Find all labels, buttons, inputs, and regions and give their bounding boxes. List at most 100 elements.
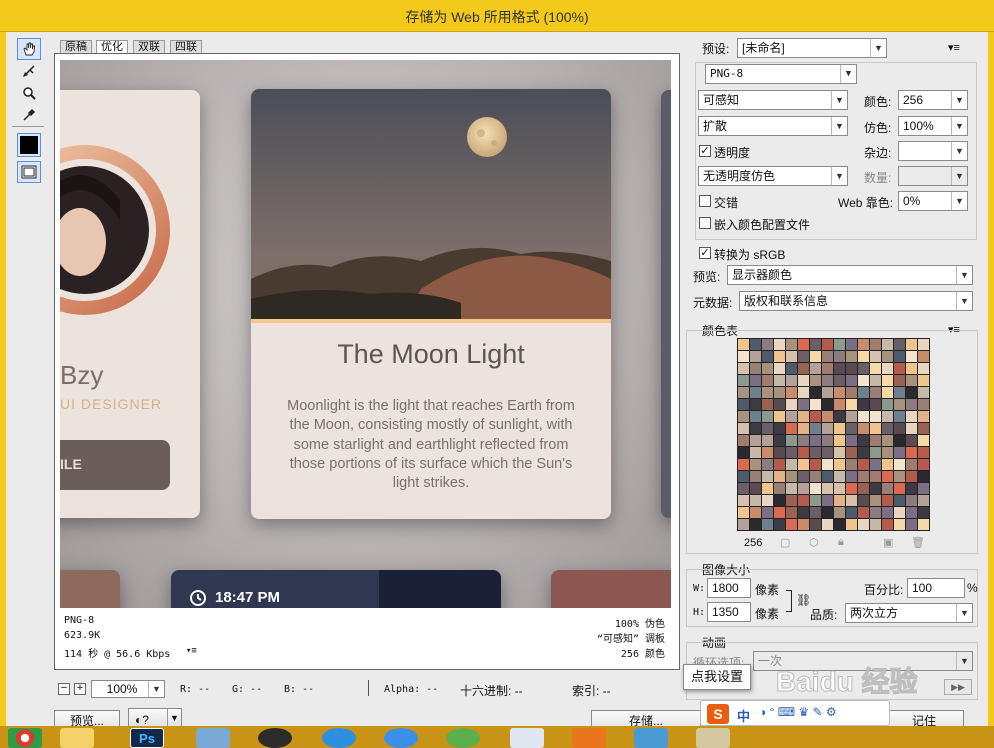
color-swatch-cell[interactable] [858,411,869,422]
zoom-out-button[interactable]: − [58,683,70,695]
matte-select[interactable]: ▼ [898,141,968,161]
color-swatch-cell[interactable] [810,507,821,518]
color-swatch-cell[interactable] [738,363,749,374]
color-swatch-cell[interactable] [798,411,809,422]
color-swatch-cell[interactable] [750,495,761,506]
color-swatch-cell[interactable] [906,471,917,482]
color-swatch-cell[interactable] [786,519,797,530]
color-swatch-cell[interactable] [894,399,905,410]
color-swatch-cell[interactable] [774,339,785,350]
color-swatch-cell[interactable] [846,519,857,530]
color-swatch-cell[interactable] [822,519,833,530]
color-swatch-cell[interactable] [870,447,881,458]
color-swatch-cell[interactable] [750,435,761,446]
color-swatch-cell[interactable] [846,339,857,350]
color-swatch-cell[interactable] [870,339,881,350]
color-swatch-cell[interactable] [762,423,773,434]
color-swatch-cell[interactable] [750,363,761,374]
lock-icon[interactable]: 🔒︎ [838,536,844,549]
color-swatch-cell[interactable] [858,387,869,398]
profile-button[interactable]: ILE [60,440,170,490]
interlaced-checkbox[interactable] [699,195,711,207]
app-icon-8[interactable] [696,728,730,748]
color-swatch-cell[interactable] [918,519,929,530]
color-swatch-cell[interactable] [810,399,821,410]
color-swatch-cell[interactable] [870,507,881,518]
ime-toolbar[interactable]: S 中 ◑ ° ⌨ ♛ ✎ ⚙ [700,700,890,726]
color-swatch-cell[interactable] [762,435,773,446]
color-swatch-cell[interactable] [882,471,893,482]
color-swatch-cell[interactable] [822,363,833,374]
color-swatch-cell[interactable] [882,435,893,446]
color-swatch-cell[interactable] [870,483,881,494]
color-swatch-cell[interactable] [738,423,749,434]
color-swatch-cell[interactable] [858,423,869,434]
zoom-in-button[interactable]: + [74,683,86,695]
color-swatch-cell[interactable] [762,519,773,530]
color-swatch-cell[interactable] [894,435,905,446]
color-swatch-cell[interactable] [786,483,797,494]
color-swatch-cell[interactable] [882,519,893,530]
color-swatch-cell[interactable] [822,423,833,434]
color-swatch-cell[interactable] [870,471,881,482]
dither-input[interactable]: 100% ▼ [898,116,968,136]
color-swatch-cell[interactable] [906,399,917,410]
websnap-input[interactable]: 0% ▼ [898,191,968,211]
color-swatch-cell[interactable] [834,447,845,458]
color-swatch-cell[interactable] [750,339,761,350]
color-swatch-cell[interactable] [882,363,893,374]
color-swatch-cell[interactable] [858,435,869,446]
color-swatch-cell[interactable] [882,399,893,410]
color-swatch[interactable] [17,133,41,157]
color-swatch-cell[interactable] [762,447,773,458]
chrome-icon[interactable] [8,728,42,748]
color-swatch-cell[interactable] [918,447,929,458]
preset-menu-icon[interactable]: ▾≡ [948,41,960,54]
color-swatch-cell[interactable] [738,375,749,386]
color-swatch-cell[interactable] [906,447,917,458]
color-swatch-cell[interactable] [786,495,797,506]
color-swatch-cell[interactable] [762,351,773,362]
color-swatch-cell[interactable] [918,483,929,494]
tab-optimized[interactable]: 优化 [96,40,128,54]
color-swatch-cell[interactable] [798,507,809,518]
map-transparent-icon[interactable]: ▢ [780,536,790,549]
color-swatch-cell[interactable] [798,483,809,494]
color-swatch-cell[interactable] [822,375,833,386]
color-swatch-cell[interactable] [738,495,749,506]
color-swatch-cell[interactable] [882,387,893,398]
color-swatch-cell[interactable] [750,447,761,458]
color-swatch-cell[interactable] [846,423,857,434]
color-swatch-cell[interactable] [918,363,929,374]
color-swatch-cell[interactable] [810,375,821,386]
color-swatch-cell[interactable] [870,519,881,530]
color-swatch-cell[interactable] [786,411,797,422]
color-swatch-cell[interactable] [774,471,785,482]
color-swatch-cell[interactable] [750,519,761,530]
color-swatch-cell[interactable] [846,399,857,410]
color-swatch-cell[interactable] [774,495,785,506]
color-swatch-cell[interactable] [834,375,845,386]
color-swatch-cell[interactable] [894,423,905,434]
color-swatch-cell[interactable] [810,459,821,470]
color-swatch-cell[interactable] [858,363,869,374]
color-swatch-cell[interactable] [798,387,809,398]
color-swatch-cell[interactable] [846,459,857,470]
eyedropper-icon[interactable] [17,104,41,126]
color-swatch-cell[interactable] [834,507,845,518]
quality-select[interactable]: 两次立方 ▼ [845,603,973,623]
color-swatch-cell[interactable] [822,459,833,470]
color-swatch-cell[interactable] [762,339,773,350]
color-swatch-cell[interactable] [906,363,917,374]
color-swatch-cell[interactable] [786,387,797,398]
color-swatch-cell[interactable] [774,387,785,398]
color-swatch-cell[interactable] [786,351,797,362]
color-swatch-cell[interactable] [822,411,833,422]
color-swatch-cell[interactable] [894,339,905,350]
reduction-select[interactable]: 可感知 ▼ [698,90,848,110]
convert-srgb-checkbox[interactable]: ✓ [699,247,711,259]
color-swatch-cell[interactable] [882,339,893,350]
color-swatch-cell[interactable] [834,471,845,482]
color-swatch-cell[interactable] [882,483,893,494]
color-swatch-cell[interactable] [750,507,761,518]
